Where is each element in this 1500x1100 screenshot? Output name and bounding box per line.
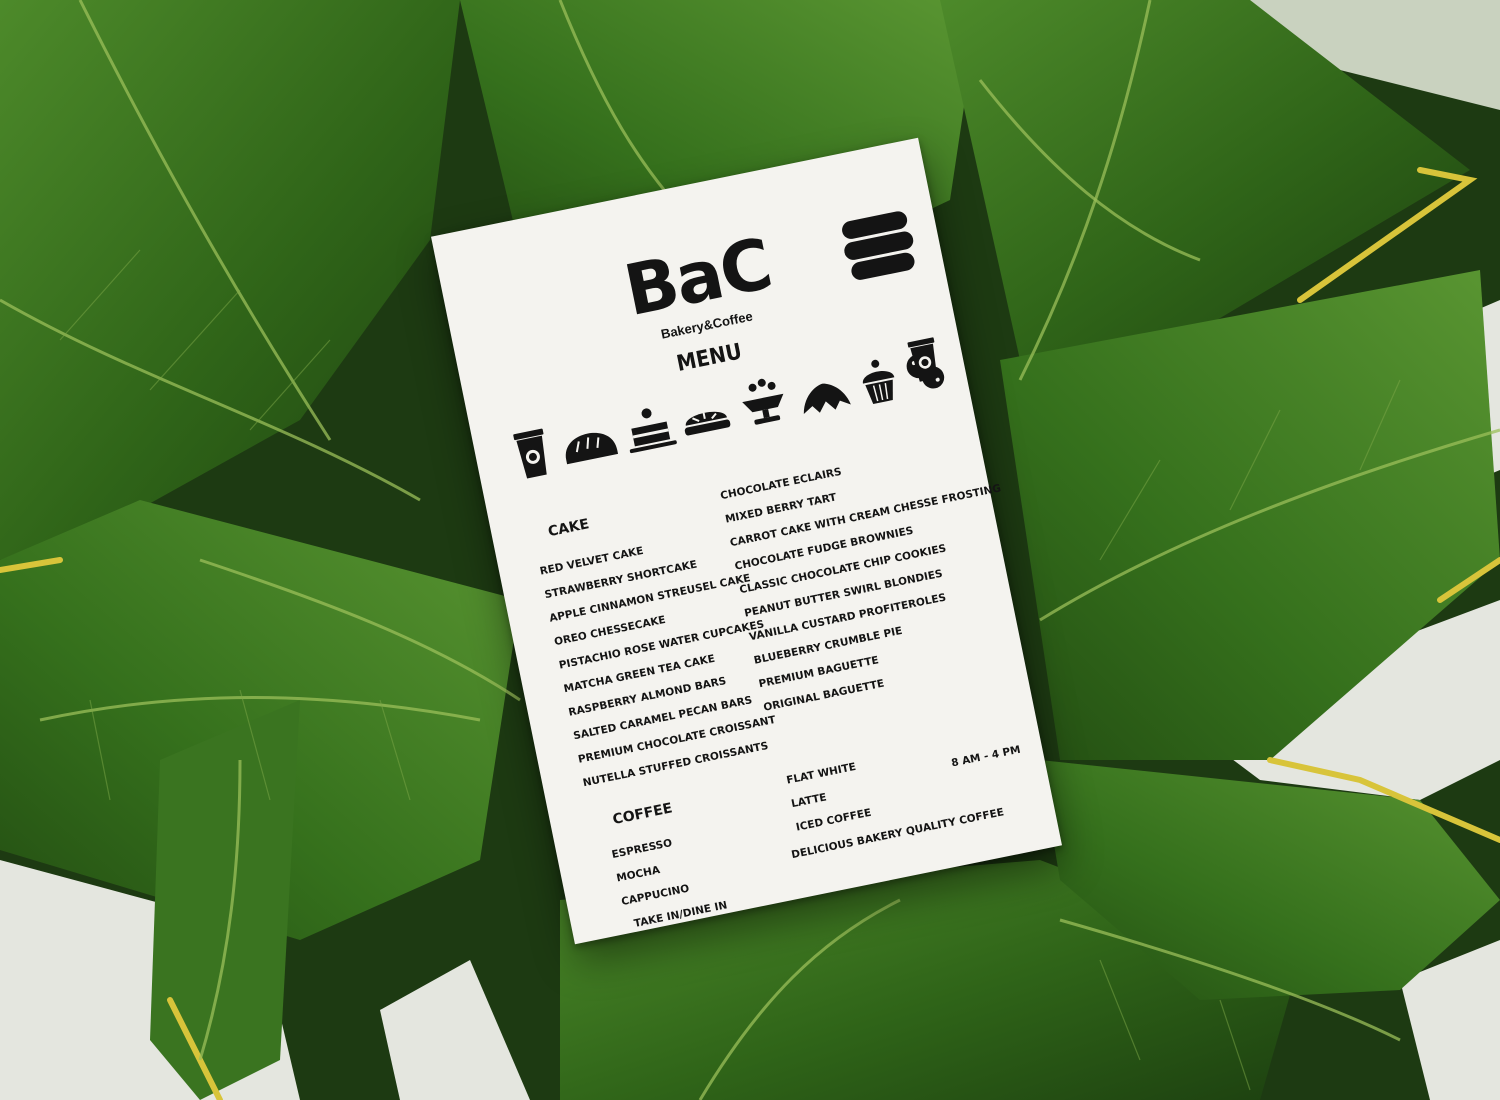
stacked-logo-icon xyxy=(842,211,915,280)
coffee-list-right: FLAT WHITE LATTE ICED COFFEE xyxy=(784,754,873,840)
dessert-cup-icon xyxy=(742,378,784,425)
coffee-cup-icon xyxy=(513,428,547,479)
cake-slice-icon xyxy=(629,408,677,454)
pie-icon xyxy=(684,411,731,436)
cake-list-right: CHOCOLATE ECLAIRS MIXED BERRY TART CARRO… xyxy=(718,429,1037,719)
coffee-list-left: ESPRESSO MOCHA CAPPUCINO xyxy=(610,830,692,914)
croissant-icon xyxy=(803,383,851,415)
brand-logo: BaC xyxy=(617,222,778,333)
opening-hours: 8 AM - 4 PM xyxy=(950,743,1022,770)
bread-loaf-icon xyxy=(565,432,619,465)
cake-section-title: CAKE xyxy=(546,516,591,541)
cupcake-icon xyxy=(862,359,895,404)
coffee-section-title: COFFEE xyxy=(611,800,674,829)
